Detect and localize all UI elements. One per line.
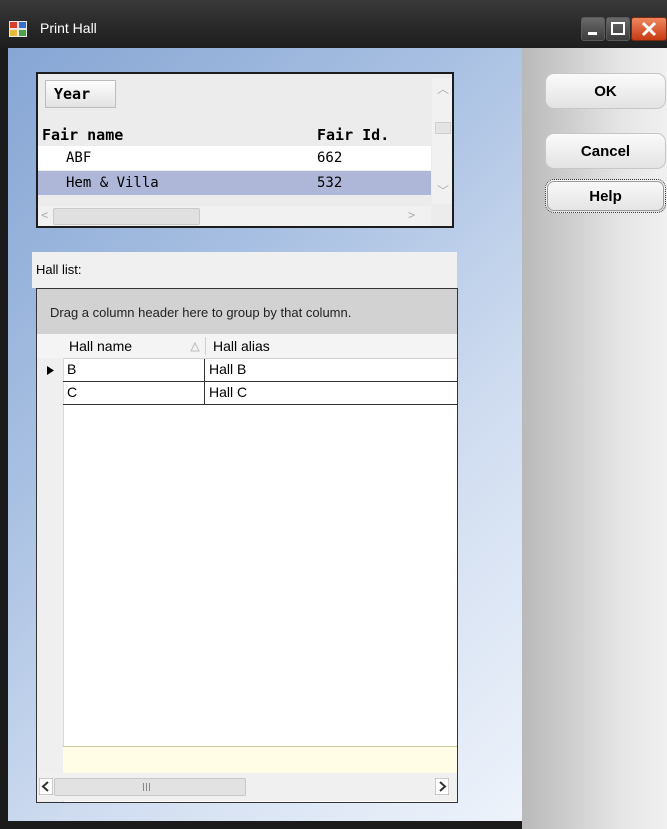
hall-list-caption-bar: Hall list: (32, 252, 457, 288)
scroll-left-icon[interactable] (39, 778, 53, 795)
scroll-left-icon[interactable]: < (41, 208, 48, 222)
hall-alias-cell[interactable]: Hall B (209, 361, 246, 377)
fair-id-cell: 662 (317, 150, 343, 166)
grip-icon (143, 783, 150, 791)
column-header-hall-alias[interactable]: Hall alias (213, 338, 270, 354)
hall-row[interactable]: C Hall C (63, 382, 457, 405)
grid-footer-row (63, 746, 457, 773)
fair-row-selected[interactable]: Hem & Villa 532 (38, 171, 431, 195)
hall-name-cell[interactable]: B (67, 361, 76, 377)
minimize-icon (588, 32, 597, 35)
column-header-hall-name[interactable]: Hall name (69, 338, 132, 354)
main-pane: Year Fair name Fair Id. ABF 662 Hem & Vi… (8, 48, 522, 821)
window-border (0, 821, 522, 829)
scroll-right-icon[interactable] (435, 778, 449, 795)
help-button[interactable]: Help (545, 179, 666, 213)
cancel-button[interactable]: Cancel (545, 133, 666, 169)
fair-name-cell: ABF (66, 150, 92, 166)
hall-grid[interactable]: Drag a column header here to group by th… (36, 288, 458, 803)
fair-horizontal-scrollbar[interactable]: < > (38, 206, 431, 226)
hall-list-label: Hall list: (36, 262, 82, 277)
maximize-button[interactable] (606, 17, 630, 41)
fair-vertical-scrollbar[interactable]: ︿ ﹀ (432, 78, 452, 204)
button-pane: OK Cancel Help (522, 48, 667, 829)
column-divider[interactable] (205, 337, 206, 355)
fair-grid[interactable]: Year Fair name Fair Id. ABF 662 Hem & Vi… (36, 72, 454, 228)
column-header-fair-id[interactable]: Fair Id. (317, 126, 389, 144)
hall-horizontal-scrollbar[interactable] (37, 773, 457, 801)
scroll-up-icon[interactable]: ︿ (437, 80, 449, 97)
scroll-down-icon[interactable]: ﹀ (437, 182, 449, 199)
minimize-button[interactable] (581, 17, 605, 41)
scroll-right-icon[interactable]: > (408, 208, 415, 222)
hall-grid-header: Hall name Hall alias (37, 334, 457, 359)
hall-row[interactable]: B Hall B (63, 359, 457, 382)
fair-id-cell: 532 (317, 175, 343, 191)
print-hall-window: Print Hall Year Fair name Fair Id. ABF 6… (0, 0, 667, 829)
hall-alias-cell[interactable]: Hall C (209, 384, 247, 400)
close-button[interactable] (631, 17, 667, 41)
scroll-thumb[interactable] (435, 122, 451, 134)
group-by-panel[interactable]: Drag a column header here to group by th… (37, 289, 457, 334)
sort-ascending-icon (190, 342, 200, 352)
fair-name-cell: Hem & Villa (66, 175, 159, 191)
title-bar[interactable]: Print Hall (0, 0, 667, 48)
scroll-thumb[interactable] (53, 208, 200, 225)
column-header-fair-name[interactable]: Fair name (42, 126, 123, 144)
year-group-button[interactable]: Year (45, 80, 116, 108)
close-icon (641, 21, 657, 37)
cell-divider (204, 382, 205, 404)
cell-divider (204, 359, 205, 381)
group-by-hint: Drag a column header here to group by th… (50, 305, 352, 320)
window-title: Print Hall (40, 20, 97, 36)
ok-button[interactable]: OK (545, 73, 666, 109)
row-header-column (37, 358, 64, 802)
scroll-thumb[interactable] (54, 778, 246, 796)
current-row-arrow-icon (47, 366, 54, 375)
maximize-icon (611, 22, 625, 35)
fair-row[interactable]: ABF 662 (38, 146, 431, 170)
hall-name-cell[interactable]: C (67, 384, 77, 400)
app-icon (9, 21, 27, 37)
